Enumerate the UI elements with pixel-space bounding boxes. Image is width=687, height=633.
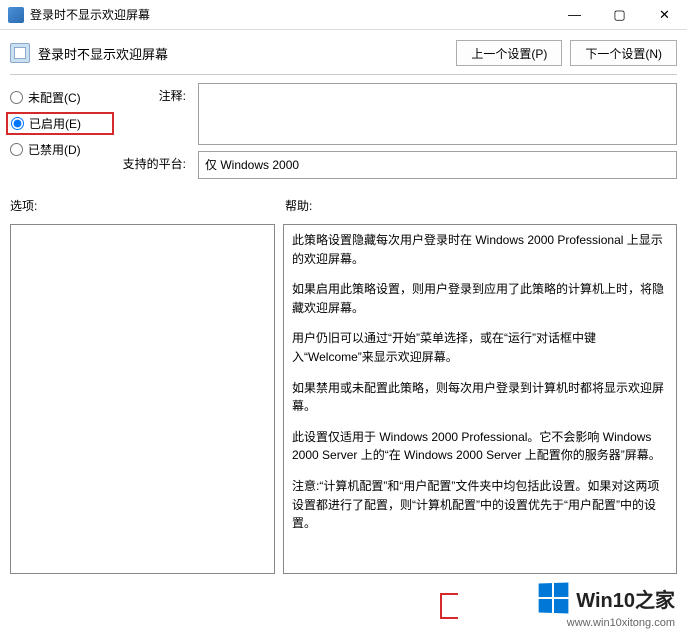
watermark-url: www.win10xitong.com: [567, 617, 675, 629]
comment-label: 注释:: [114, 83, 194, 145]
titlebar: 登录时不显示欢迎屏幕 — ▢ ✕: [0, 0, 687, 30]
watermark: Win10之家: [534, 581, 679, 615]
radio-enabled-label: 已启用(E): [29, 115, 81, 132]
radio-enabled-input[interactable]: [11, 117, 24, 130]
options-label: 选项:: [10, 197, 285, 214]
help-panel[interactable]: 此策略设置隐藏每次用户登录时在 Windows 2000 Professiona…: [283, 224, 677, 574]
supported-platforms-text: 仅 Windows 2000: [205, 158, 299, 172]
app-icon: [8, 7, 24, 23]
policy-header: 登录时不显示欢迎屏幕 上一个设置(P) 下一个设置(N): [0, 30, 687, 72]
window-controls: — ▢ ✕: [552, 0, 687, 29]
help-p6: 注意:“计算机配置”和“用户配置”文件夹中均包括此设置。如果对这两项设置都进行了…: [292, 477, 668, 533]
radio-disabled-label: 已禁用(D): [28, 141, 81, 158]
supported-label: 支持的平台:: [114, 145, 194, 179]
close-button[interactable]: ✕: [642, 0, 687, 29]
radio-not-configured-label: 未配置(C): [28, 89, 81, 106]
help-p3: 用户仍旧可以通过“开始”菜单选择，或在“运行”对话框中键入“Welcome”来显…: [292, 329, 668, 366]
radio-disabled[interactable]: 已禁用(D): [10, 141, 110, 158]
annotation-mark: [440, 593, 458, 619]
help-p5: 此设置仅适用于 Windows 2000 Professional。它不会影响 …: [292, 428, 668, 465]
comment-textarea[interactable]: [198, 83, 677, 145]
watermark-brand: Win10之家: [576, 584, 675, 613]
help-label: 帮助:: [285, 197, 312, 214]
options-panel: [10, 224, 275, 574]
separator: [10, 74, 677, 75]
lower-panels: 此策略设置隐藏每次用户登录时在 Windows 2000 Professiona…: [0, 214, 687, 584]
supported-platforms: 仅 Windows 2000: [198, 151, 677, 179]
help-p2: 如果启用此策略设置，则用户登录到应用了此策略的计算机上时，将隐藏欢迎屏幕。: [292, 280, 668, 317]
maximize-button[interactable]: ▢: [597, 0, 642, 29]
previous-setting-button[interactable]: 上一个设置(P): [456, 40, 562, 66]
radio-not-configured-input[interactable]: [10, 91, 23, 104]
policy-icon: [10, 43, 30, 63]
help-p4: 如果禁用或未配置此策略，则每次用户登录到计算机时都将显示欢迎屏幕。: [292, 379, 668, 416]
windows-logo-icon: [539, 582, 569, 613]
config-area: 未配置(C) 已启用(E) 已禁用(D) 注释: 支持的平台: 仅 Window…: [0, 83, 687, 179]
state-radio-group: 未配置(C) 已启用(E) 已禁用(D): [10, 83, 110, 179]
help-p1: 此策略设置隐藏每次用户登录时在 Windows 2000 Professiona…: [292, 231, 668, 268]
window-title: 登录时不显示欢迎屏幕: [30, 6, 552, 23]
radio-disabled-input[interactable]: [10, 143, 23, 156]
policy-name: 登录时不显示欢迎屏幕: [38, 44, 448, 63]
next-setting-button[interactable]: 下一个设置(N): [570, 40, 677, 66]
minimize-button[interactable]: —: [552, 0, 597, 29]
lower-labels: 选项: 帮助:: [0, 197, 687, 214]
radio-enabled[interactable]: 已启用(E): [6, 112, 114, 135]
radio-not-configured[interactable]: 未配置(C): [10, 89, 110, 106]
